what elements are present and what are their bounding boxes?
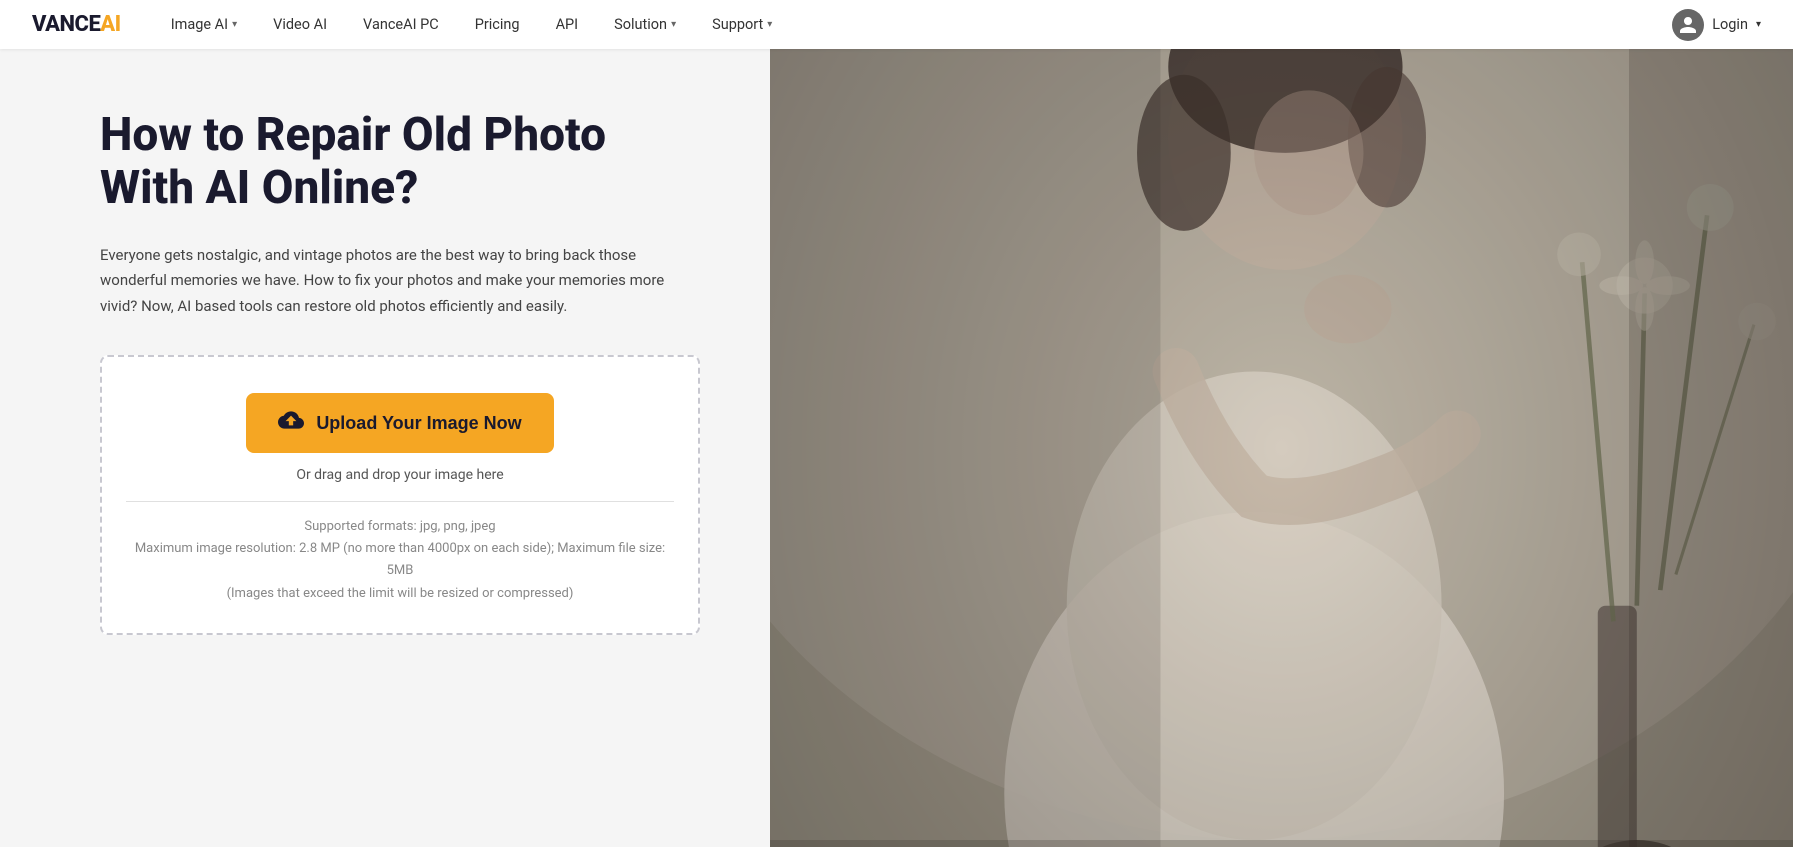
navbar: VANCE AI Image AI ▾ Video AI VanceAI PC … [0,0,1793,49]
left-panel: How to Repair Old Photo With AI Online? … [0,49,770,847]
nav-item-api[interactable]: API [538,0,597,49]
chevron-down-icon-solution: ▾ [671,19,676,30]
max-resolution: Maximum image resolution: 2.8 MP (no mor… [126,538,674,582]
nav-item-image-ai-label: Image AI [171,16,228,33]
nav-item-video-ai[interactable]: Video AI [255,0,345,49]
chevron-down-icon: ▾ [232,19,237,30]
logo-vance: VANCE [32,12,100,37]
hero-description: Everyone gets nostalgic, and vintage pho… [100,243,700,320]
nav-item-vanceai-pc-label: VanceAI PC [363,16,439,33]
nav-item-video-ai-label: Video AI [273,16,327,33]
nav-item-support-label: Support [712,16,763,33]
nav-items: Image AI ▾ Video AI VanceAI PC Pricing A… [153,0,1673,49]
nav-item-vanceai-pc[interactable]: VanceAI PC [345,0,457,49]
drag-drop-text: Or drag and drop your image here [296,467,503,483]
upload-divider [126,501,674,502]
nav-item-solution-label: Solution [614,16,667,33]
hero-title: How to Repair Old Photo With AI Online? [100,109,700,215]
main-content: How to Repair Old Photo With AI Online? … [0,49,1793,847]
nav-item-image-ai[interactable]: Image AI ▾ [153,0,255,49]
logo[interactable]: VANCE AI [32,12,121,37]
login-button[interactable]: Login ▾ [1672,9,1761,41]
nav-item-api-label: API [556,16,579,33]
nav-item-solution[interactable]: Solution ▾ [596,0,694,49]
logo-ai: AI [100,12,120,37]
right-panel [770,49,1793,847]
chevron-down-icon-login: ▾ [1756,19,1761,30]
nav-item-support[interactable]: Support ▾ [694,0,790,49]
upload-button[interactable]: Upload Your Image Now [246,393,553,453]
upload-button-label: Upload Your Image Now [316,413,521,434]
resize-note: (Images that exceed the limit will be re… [126,583,674,605]
upload-icon [278,407,304,439]
login-label: Login [1712,16,1748,33]
nav-item-pricing[interactable]: Pricing [457,0,538,49]
avatar-icon [1672,9,1704,41]
chevron-down-icon-support: ▾ [767,19,772,30]
upload-area: Upload Your Image Now Or drag and drop y… [100,355,700,634]
hero-photo [770,49,1793,847]
nav-item-pricing-label: Pricing [475,16,520,33]
supported-formats: Supported formats: jpg, png, jpeg [126,516,674,538]
upload-info: Supported formats: jpg, png, jpeg Maximu… [126,516,674,604]
